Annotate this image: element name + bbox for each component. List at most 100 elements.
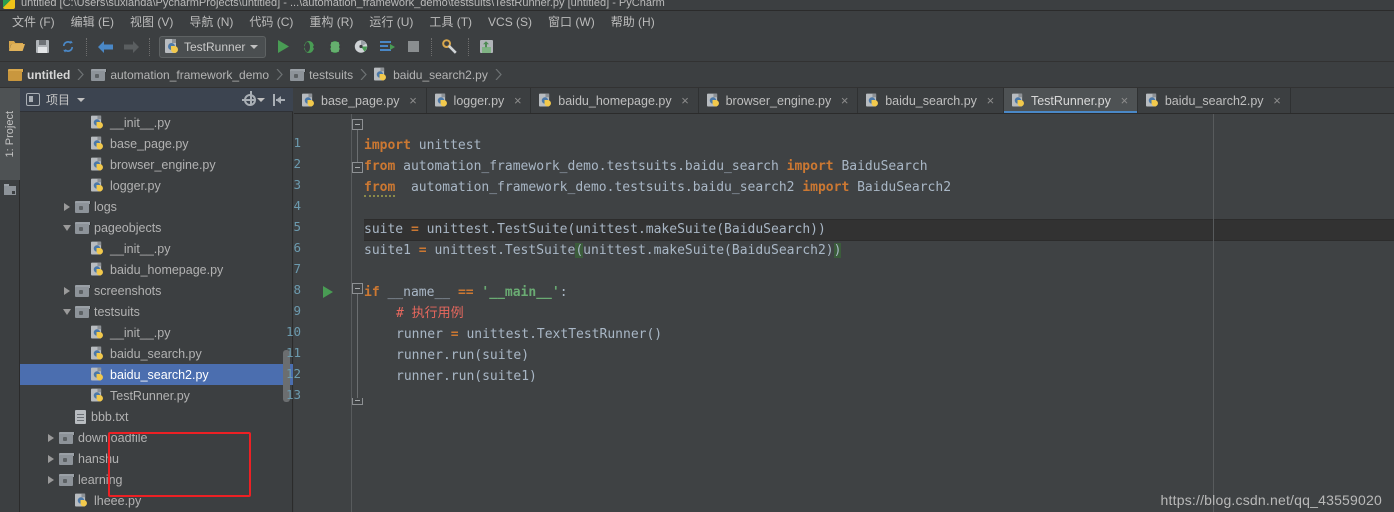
tree-item-baidu-search2-py[interactable]: baidu_search2.py [20,364,293,385]
menu-code[interactable]: 代码 (C) [241,11,301,32]
editor-tab-testrunner-py[interactable]: TestRunner.py × [1003,88,1138,113]
text-file-icon [75,409,86,424]
run-gutter-icon[interactable] [323,286,333,298]
tree-item-logger-py[interactable]: logger.py [20,175,293,196]
tree-item-baidu-search-py[interactable]: baidu_search.py [20,343,293,364]
code-line-6: suite1 = unittest.TestSuite(unittest.mak… [364,243,842,258]
run-icon[interactable] [271,35,295,59]
breadcrumb-item-baidu-search2[interactable]: baidu_search2.py [374,62,509,88]
code-editor[interactable]: 1 2 3 4 5 6 7 8 9 10 11 12 13 import unittest from a… [286,114,1394,512]
close-icon[interactable]: × [985,94,996,107]
tree-item-logs[interactable]: logs [20,196,293,217]
tree-item-pageobjects[interactable]: pageobjects [20,217,293,238]
tree-item-testsuits[interactable]: testsuits [20,301,293,322]
close-icon[interactable]: × [839,94,850,107]
editor-tab-baidu-search2-py[interactable]: baidu_search2.py × [1138,88,1291,113]
tree-item-init-py[interactable]: __init__.py [20,322,293,343]
menu-navigate[interactable]: 导航 (N) [181,11,241,32]
back-arrow-icon[interactable] [93,35,117,59]
tree-item-lheee-py[interactable]: lheee.py [20,490,293,511]
open-folder-icon[interactable] [4,35,28,59]
tree-twisty[interactable] [44,452,57,465]
tree-twisty[interactable] [76,389,89,402]
debug-icon[interactable] [297,35,321,59]
tree-twisty[interactable] [60,494,73,507]
tree-item-base-page-py[interactable]: base_page.py [20,133,293,154]
breadcrumb-item-testsuits[interactable]: testsuits [290,62,374,88]
close-icon[interactable]: × [512,94,523,107]
tool-window-button-project[interactable]: 1: Project [0,88,20,180]
tree-item-baidu-homepage-py[interactable]: baidu_homepage.py [20,259,293,280]
tree-item-browser-engine-py[interactable]: browser_engine.py [20,154,293,175]
close-icon[interactable]: × [1119,94,1130,107]
code-folding-column[interactable] [352,114,364,512]
tree-twisty[interactable] [76,158,89,171]
tree-twisty[interactable] [76,347,89,360]
run-configuration-selector[interactable]: TestRunner [159,35,267,58]
settings-wrench-icon[interactable] [438,35,462,59]
close-icon[interactable]: × [680,94,691,107]
sync-refresh-icon[interactable] [56,35,80,59]
menu-run[interactable]: 运行 (U) [361,11,421,32]
breadcrumb-item-automation-framework-demo[interactable]: automation_framework_demo [91,62,290,88]
tree-twisty[interactable] [76,368,89,381]
tree-twisty[interactable] [60,284,73,297]
vcs-update-icon[interactable] [475,35,499,59]
editor-tab-baidu-homepage-py[interactable]: baidu_homepage.py × [531,88,699,113]
chevron-down-icon[interactable] [77,97,86,102]
chevron-right-icon [63,202,70,211]
tree-item-screenshots[interactable]: screenshots [20,280,293,301]
menu-view[interactable]: 视图 (V) [122,11,181,32]
tree-twisty[interactable] [60,410,73,423]
editor-tab-baidu-search-py[interactable]: baidu_search.py × [858,88,1004,113]
folder-icon [75,284,91,297]
code-text-area[interactable]: import unittest from automation_framewor… [364,114,1394,512]
tree-twisty[interactable] [76,137,89,150]
python-file-icon [302,93,315,108]
collapse-all-icon[interactable] [270,91,288,109]
project-file-tree[interactable]: __init__.py base_page.py browser_engine.py… [20,112,293,512]
menu-file[interactable]: 文件 (F) [4,11,63,32]
close-icon[interactable]: × [1272,94,1283,107]
menu-refactor[interactable]: 重构 (R) [301,11,361,32]
save-all-icon[interactable] [30,35,54,59]
tree-item-init-py[interactable]: __init__.py [20,238,293,259]
tree-item-learning[interactable]: learning [20,469,293,490]
menu-vcs[interactable]: VCS (S) [480,13,540,31]
menu-edit[interactable]: 编辑 (E) [63,11,122,32]
tree-item-init-py[interactable]: __init__.py [20,112,293,133]
menu-tools[interactable]: 工具 (T) [421,11,480,32]
chevron-down-icon [62,308,71,315]
menu-window[interactable]: 窗口 (W) [540,11,603,32]
tree-twisty[interactable] [76,242,89,255]
editor-gutter[interactable]: 1 2 3 4 5 6 7 8 9 10 11 12 13 [286,114,352,512]
tree-twisty[interactable] [60,221,73,234]
tree-item-testrunner-py[interactable]: TestRunner.py [20,385,293,406]
forward-arrow-icon[interactable] [119,35,143,59]
chevron-down-icon[interactable] [257,97,265,102]
tree-item-hanshu[interactable]: hanshu [20,448,293,469]
editor-tab-browser-engine-py[interactable]: browser_engine.py × [699,88,859,113]
tree-twisty[interactable] [60,305,73,318]
tree-item-bbb-txt[interactable]: bbb.txt [20,406,293,427]
editor-tab-logger-py[interactable]: logger.py × [427,88,532,113]
folder-tool-icon[interactable] [4,184,16,195]
tree-twisty[interactable] [44,473,57,486]
run-with-console-icon[interactable] [375,35,399,59]
stop-icon[interactable] [401,35,425,59]
tree-twisty[interactable] [76,179,89,192]
tree-item-downloadfile[interactable]: downloadfile [20,427,293,448]
profile-icon[interactable] [349,35,373,59]
editor-tab-base-page-py[interactable]: base_page.py × [294,88,427,113]
menu-help[interactable]: 帮助 (H) [603,11,663,32]
coverage-icon[interactable] [323,35,347,59]
tree-twisty[interactable] [76,326,89,339]
tree-twisty[interactable] [76,116,89,129]
chevron-right-icon [47,454,54,463]
close-icon[interactable]: × [408,94,419,107]
breadcrumb-item-untitled[interactable]: untitled [8,62,91,88]
tree-twisty[interactable] [60,200,73,213]
tree-twisty[interactable] [44,431,57,444]
chevron-right-icon [360,69,367,80]
tree-twisty[interactable] [76,263,89,276]
